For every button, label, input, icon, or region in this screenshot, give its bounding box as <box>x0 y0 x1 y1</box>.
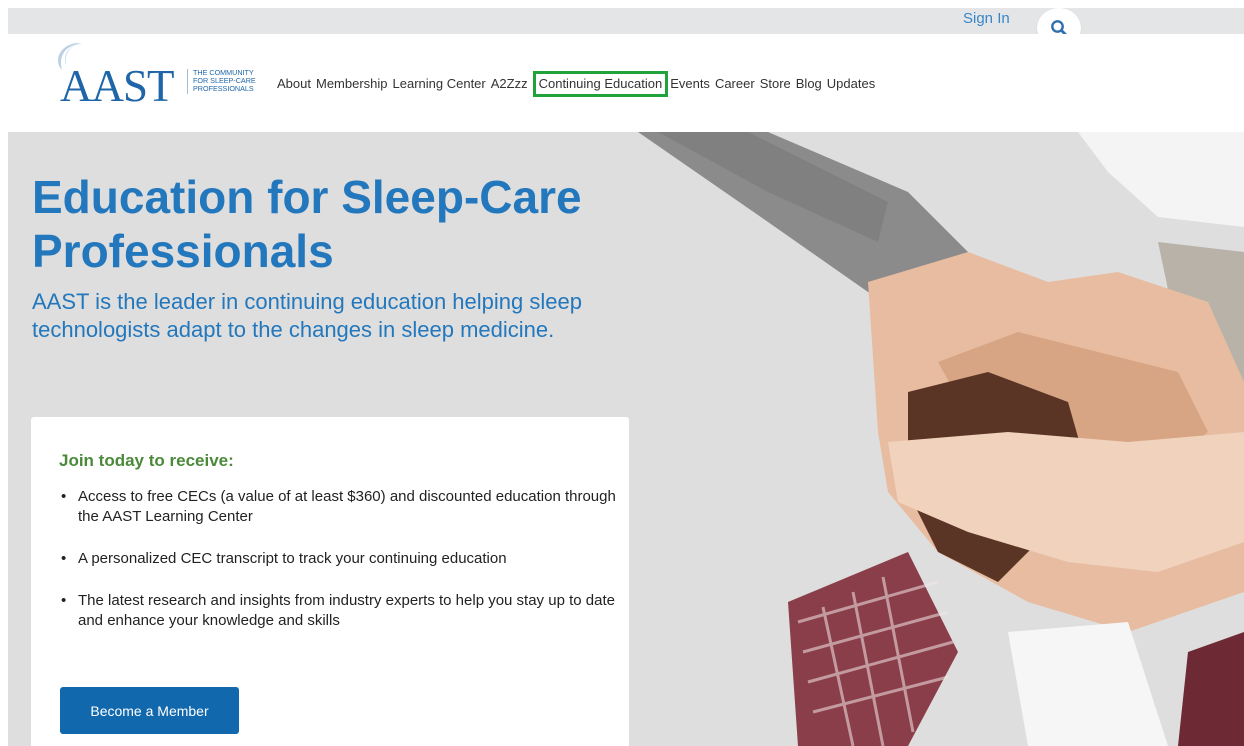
hero-section: Education for Sleep-Care Professionals A… <box>8 132 1244 746</box>
list-item: A personalized CEC transcript to track y… <box>59 549 619 569</box>
site-header: AAST THE COMMUNITY FOR SLEEP-CARE PROFES… <box>0 34 1244 132</box>
top-utility-bar: Sign In <box>8 8 1244 48</box>
logo-tagline: THE COMMUNITY FOR SLEEP-CARE PROFESSIONA… <box>187 68 273 94</box>
logo-wordmark: AAST <box>60 61 175 111</box>
nav-item-membership[interactable]: Membership <box>316 71 388 97</box>
main-nav: About Membership Learning Center A2Zzz C… <box>277 71 880 97</box>
nav-item-updates[interactable]: Updates <box>827 71 875 97</box>
sign-in-link[interactable]: Sign In <box>963 8 1010 34</box>
aast-logo[interactable]: AAST THE COMMUNITY FOR SLEEP-CARE PROFES… <box>44 40 259 110</box>
nav-item-blog[interactable]: Blog <box>796 71 822 97</box>
benefits-list: Access to free CECs (a value of at least… <box>59 487 619 653</box>
nav-item-a2zzz[interactable]: A2Zzz <box>491 71 528 97</box>
nav-item-about[interactable]: About <box>277 71 311 97</box>
join-card-heading: Join today to receive: <box>59 451 234 470</box>
nav-item-learning-center[interactable]: Learning Center <box>393 71 486 97</box>
join-card: Join today to receive: Access to free CE… <box>31 417 629 746</box>
list-item: Access to free CECs (a value of at least… <box>59 487 619 527</box>
hero-subtitle: AAST is the leader in continuing educati… <box>32 289 582 342</box>
logo-tagline-line: PROFESSIONALS <box>193 84 254 94</box>
become-member-button[interactable]: Become a Member <box>60 687 239 734</box>
nav-item-career[interactable]: Career <box>715 71 755 97</box>
nav-item-continuing-education[interactable]: Continuing Education <box>532 71 669 97</box>
hero-title: Education for Sleep-Care Professionals <box>32 171 582 277</box>
nav-item-store[interactable]: Store <box>760 71 791 97</box>
nav-item-events[interactable]: Events <box>670 71 710 97</box>
list-item: The latest research and insights from in… <box>59 591 619 631</box>
